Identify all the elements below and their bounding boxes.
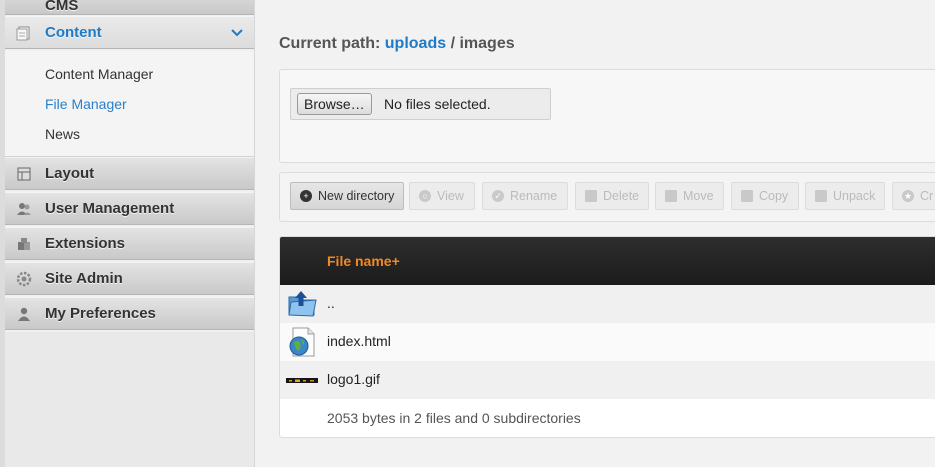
button-label: Delete xyxy=(603,189,640,203)
current-path: Current path: uploads / images xyxy=(279,35,515,53)
folder-up-icon xyxy=(288,291,317,317)
new-directory-button[interactable]: + New directory xyxy=(290,182,404,210)
sidebar-item-extensions[interactable]: Extensions xyxy=(5,227,254,260)
sidebar-item-cms[interactable]: CMS xyxy=(5,0,254,15)
sidebar-item-label: Layout xyxy=(45,165,95,182)
sidebar-subitem-file-manager[interactable]: File Manager xyxy=(45,96,127,112)
sidebar-item-label: My Preferences xyxy=(45,305,156,322)
sidebar-item-content[interactable]: Content xyxy=(5,16,254,49)
create-button[interactable]: ★ Cr xyxy=(892,182,935,210)
main-content: Current path: uploads / images Browse… N… xyxy=(255,0,935,467)
gear-icon xyxy=(16,271,32,287)
path-prefix: Current path: xyxy=(279,35,381,52)
search-icon: ○ xyxy=(419,190,431,202)
sidebar-item-label: Extensions xyxy=(45,235,126,252)
browse-button[interactable]: Browse… xyxy=(297,93,372,115)
file-name[interactable]: index.html xyxy=(327,333,391,349)
path-link-uploads[interactable]: uploads xyxy=(385,35,446,52)
layout-icon xyxy=(17,167,31,181)
file-name[interactable]: logo1.gif xyxy=(327,371,380,387)
content-submenu: Content Manager File Manager News xyxy=(5,51,254,157)
button-label: View xyxy=(437,189,464,203)
path-current: images xyxy=(459,35,515,52)
button-label: Copy xyxy=(759,189,789,203)
content-icon xyxy=(16,26,30,41)
table-header: File name+ xyxy=(280,237,935,285)
delete-button[interactable]: Delete xyxy=(575,182,649,210)
button-label: New directory xyxy=(318,189,395,203)
path-separator: / xyxy=(450,35,456,52)
file-toolbar: + New directory ○ View ✓ Rename Delete M… xyxy=(279,172,935,222)
table-row[interactable]: .. xyxy=(280,285,935,323)
button-label: Rename xyxy=(510,189,558,203)
check-icon: ✓ xyxy=(492,190,504,202)
directory-summary: 2053 bytes in 2 files and 0 subdirectori… xyxy=(327,410,581,426)
sidebar-item-label: User Management xyxy=(45,200,175,217)
move-button[interactable]: Move xyxy=(655,182,724,210)
unpack-icon xyxy=(815,190,827,202)
unpack-button[interactable]: Unpack xyxy=(805,182,885,210)
table-row[interactable]: logo1.gif xyxy=(280,361,935,399)
trash-icon xyxy=(585,190,597,202)
plus-circle-icon: + xyxy=(300,190,312,202)
rename-button[interactable]: ✓ Rename xyxy=(482,182,568,210)
person-icon xyxy=(18,307,30,321)
sidebar-item-label: CMS xyxy=(45,0,79,14)
sidebar-item-site-admin[interactable]: Site Admin xyxy=(5,262,254,295)
column-header-file-name[interactable]: File name+ xyxy=(327,253,400,269)
button-label: Move xyxy=(683,189,714,203)
sidebar-empty-area xyxy=(5,332,254,467)
copy-button[interactable]: Copy xyxy=(731,182,799,210)
table-row[interactable]: index.html xyxy=(280,323,935,361)
sidebar-subitem-content-manager[interactable]: Content Manager xyxy=(45,66,153,82)
sidebar-item-user-management[interactable]: User Management xyxy=(5,192,254,225)
users-icon xyxy=(17,203,31,215)
file-name[interactable]: .. xyxy=(327,295,335,311)
view-button[interactable]: ○ View xyxy=(409,182,475,210)
html-file-icon xyxy=(289,327,315,357)
file-table: File name+ .. index.html logo1.gif 2053 … xyxy=(279,236,935,438)
gif-thumbnail-icon xyxy=(286,378,318,383)
star-icon: ★ xyxy=(902,190,914,202)
sidebar-subitem-news[interactable]: News xyxy=(45,126,80,142)
button-label: Unpack xyxy=(833,189,876,203)
chevron-down-icon[interactable] xyxy=(230,26,244,40)
file-input-status: No files selected. xyxy=(384,96,491,112)
copy-icon xyxy=(741,190,753,202)
button-label: Cr xyxy=(920,189,934,203)
upload-panel: Browse… No files selected. xyxy=(279,69,935,163)
puzzle-icon xyxy=(18,238,30,250)
sidebar: CMS Content Content Manager File Manager… xyxy=(0,0,255,467)
sidebar-item-my-preferences[interactable]: My Preferences xyxy=(5,297,254,330)
sidebar-item-layout[interactable]: Layout xyxy=(5,157,254,190)
file-input[interactable]: Browse… No files selected. xyxy=(290,88,551,120)
sidebar-item-label: Content xyxy=(45,24,102,41)
move-icon xyxy=(665,190,677,202)
sidebar-item-label: Site Admin xyxy=(45,270,123,287)
